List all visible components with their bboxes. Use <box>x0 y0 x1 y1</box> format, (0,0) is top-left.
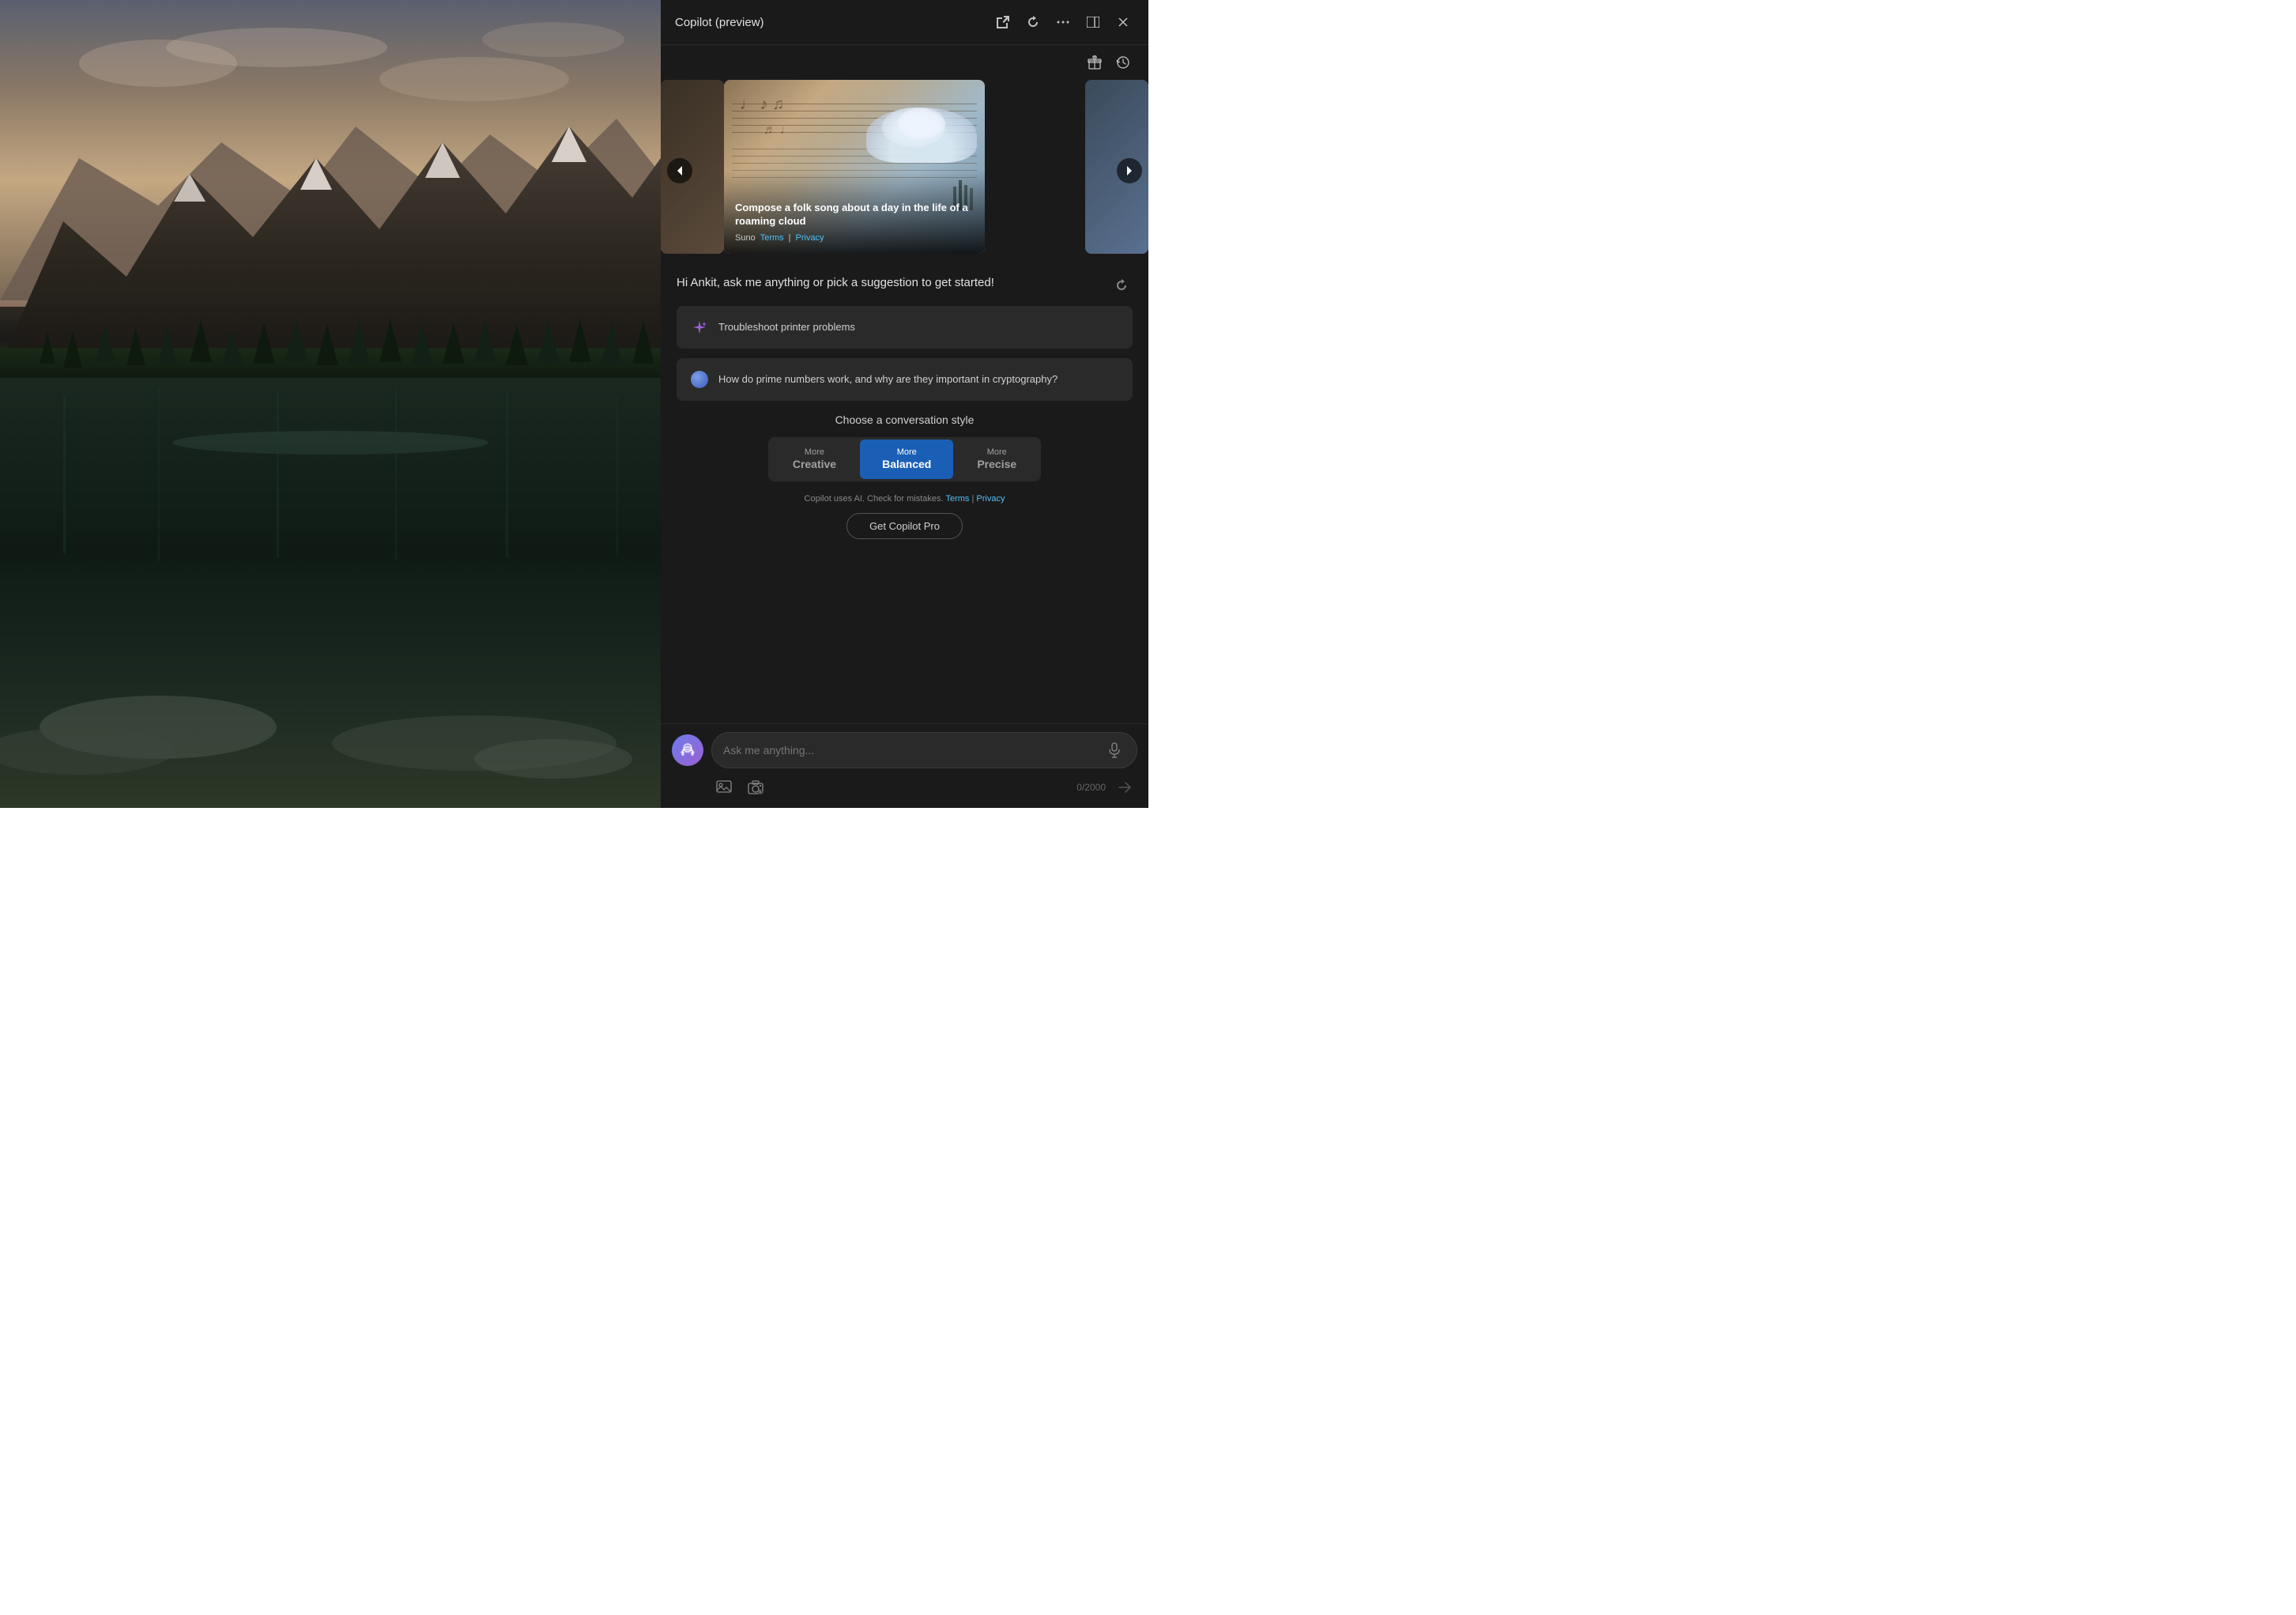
style-balanced-button[interactable]: More Balanced <box>860 440 953 479</box>
send-button[interactable] <box>1112 775 1137 800</box>
style-creative-button[interactable]: More Creative <box>771 440 858 479</box>
precise-more-label: More <box>987 447 1007 458</box>
greeting-text: Hi Ankit, ask me anything or pick a sugg… <box>677 274 1110 291</box>
image-carousel: ♩ ♪ ♫ ♬ ♩ Compose a folk song ab <box>661 80 1148 262</box>
close-button[interactable] <box>1112 11 1134 33</box>
panel-main-content: Hi Ankit, ask me anything or pick a sugg… <box>661 262 1148 723</box>
creative-more-label: More <box>805 447 824 458</box>
chat-input[interactable] <box>723 744 1097 757</box>
precise-label: Precise <box>977 458 1016 471</box>
carousel-prev-button[interactable] <box>667 158 692 183</box>
suggestion-1-icon <box>690 318 709 337</box>
carousel-card-title: Compose a folk song about a day in the l… <box>735 202 974 228</box>
carousel-author: Suno <box>735 233 756 243</box>
balanced-label: Balanced <box>882 458 931 471</box>
copilot-panel: Copilot (preview) <box>661 0 1148 808</box>
suggestion-card-1[interactable]: Troubleshoot printer problems <box>677 306 1133 349</box>
carousel-card-main: ♩ ♪ ♫ ♬ ♩ Compose a folk song ab <box>724 80 985 254</box>
carousel-next-button[interactable] <box>1117 158 1142 183</box>
refresh-button[interactable] <box>1022 11 1044 33</box>
style-precise-button[interactable]: More Precise <box>955 440 1039 479</box>
style-section-title: Choose a conversation style <box>835 413 975 426</box>
carousel-card-footer: Suno Terms | Privacy <box>735 233 974 243</box>
disclaimer-text: Copilot uses AI. Check for mistakes. Ter… <box>677 494 1133 504</box>
image-upload-button[interactable] <box>711 775 737 800</box>
user-avatar <box>672 734 703 766</box>
carousel-terms-link[interactable]: Terms <box>760 233 784 243</box>
suggestion-2-icon <box>690 370 709 389</box>
suggestion-card-2[interactable]: How do prime numbers work, and why are t… <box>677 358 1133 401</box>
input-row <box>672 732 1137 768</box>
side-panel-button[interactable] <box>1082 11 1104 33</box>
char-count: 0/2000 <box>775 782 1106 793</box>
input-box[interactable] <box>711 732 1137 768</box>
history-icon-button[interactable] <box>1112 51 1134 74</box>
gift-icon-button[interactable] <box>1084 51 1106 74</box>
greeting-refresh-button[interactable] <box>1110 274 1133 296</box>
get-copilot-pro-button[interactable]: Get Copilot Pro <box>846 513 963 539</box>
camera-button[interactable] <box>743 775 768 800</box>
panel-subheader <box>661 45 1148 80</box>
more-options-button[interactable] <box>1052 11 1074 33</box>
disclaimer-privacy-link[interactable]: Privacy <box>976 494 1005 504</box>
greeting-row: Hi Ankit, ask me anything or pick a sugg… <box>677 274 1133 296</box>
open-external-button[interactable] <box>992 11 1014 33</box>
style-buttons-group: More Creative More Balanced More Precise <box>768 437 1041 481</box>
panel-title: Copilot (preview) <box>675 16 986 29</box>
carousel-privacy-link[interactable]: Privacy <box>796 233 824 243</box>
disclaimer-terms-link[interactable]: Terms <box>945 494 969 504</box>
suggestion-1-text: Troubleshoot printer problems <box>718 320 855 334</box>
input-area: 0/2000 <box>661 723 1148 808</box>
carousel-card-overlay: Compose a folk song about a day in the l… <box>724 170 985 254</box>
background-image <box>0 0 661 808</box>
panel-header: Copilot (preview) <box>661 0 1148 45</box>
input-toolbar: 0/2000 <box>672 775 1137 800</box>
suggestion-2-text: How do prime numbers work, and why are t… <box>718 372 1058 387</box>
creative-label: Creative <box>793 458 836 471</box>
header-icons <box>992 11 1134 33</box>
balanced-more-label: More <box>897 447 917 458</box>
conversation-style-section: Choose a conversation style More Creativ… <box>677 410 1133 485</box>
mic-button[interactable] <box>1103 739 1125 761</box>
